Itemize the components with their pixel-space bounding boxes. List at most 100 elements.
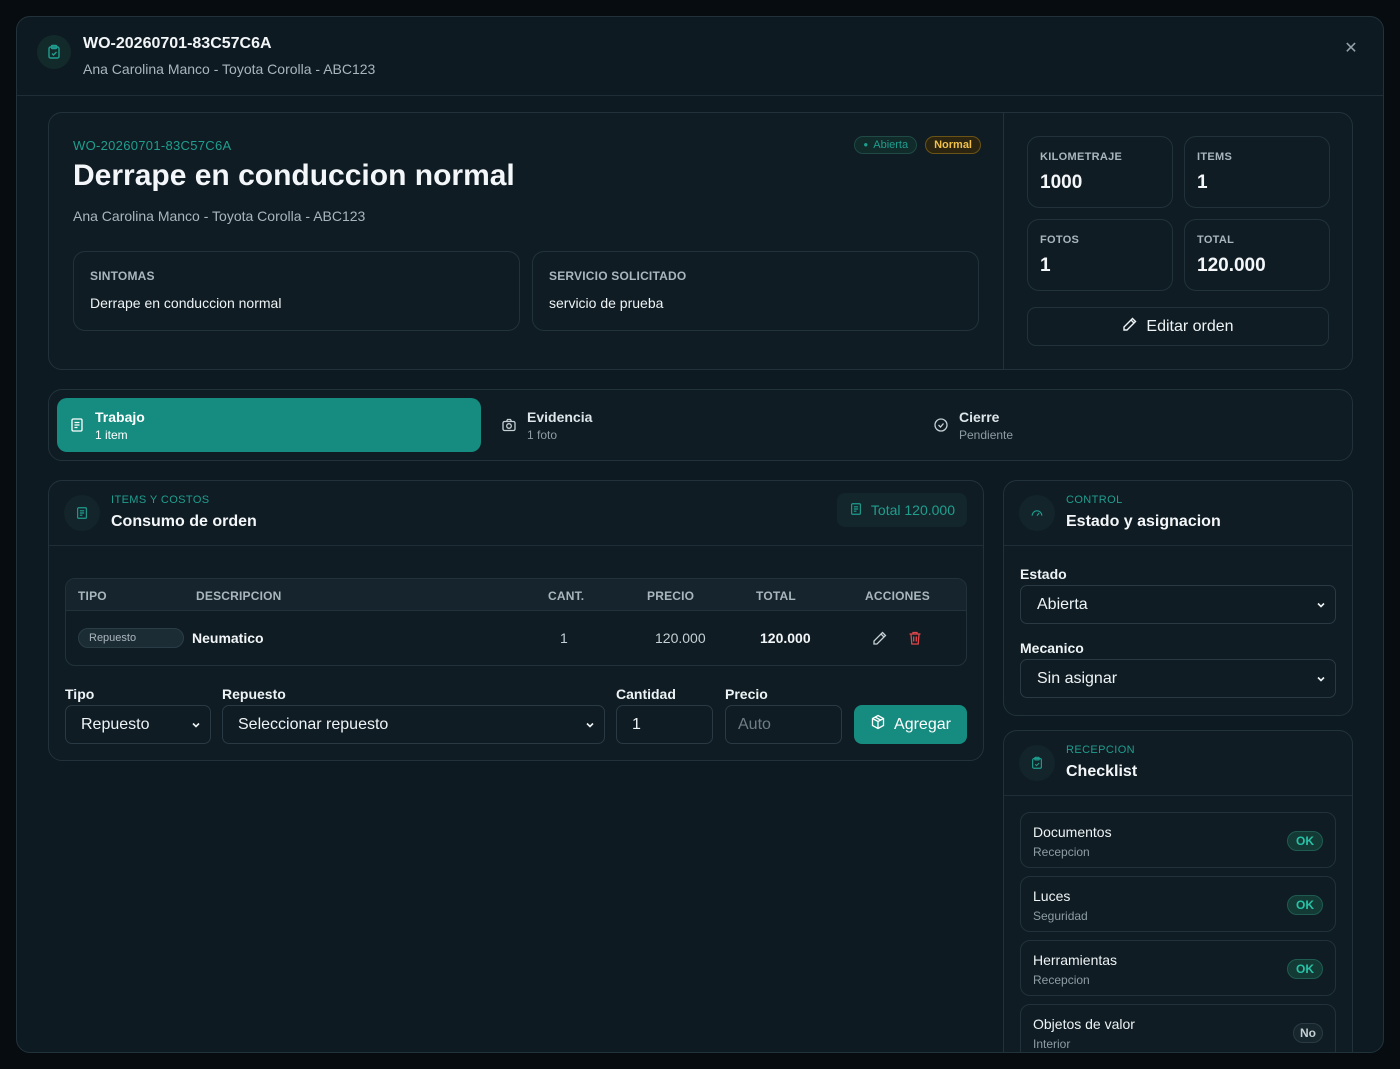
document-icon	[64, 495, 100, 531]
col-total: TOTAL	[756, 589, 796, 603]
mecanico-select-value: Sin asignar	[1037, 670, 1118, 687]
precio-label: Precio	[725, 686, 768, 702]
estado-select[interactable]: Abierta	[1020, 585, 1336, 624]
repuesto-select-value: Seleccionar repuesto	[238, 716, 389, 733]
camera-icon	[501, 417, 517, 433]
chevron-down-icon	[192, 722, 200, 728]
chevron-down-icon	[586, 722, 594, 728]
cantidad-input-value: 1	[632, 716, 641, 733]
row-total: 120.000	[760, 630, 811, 646]
checklist-item-section: Recepcion	[1033, 845, 1090, 859]
col-cant: CANT.	[548, 589, 585, 603]
close-icon[interactable]: ✕	[1341, 39, 1361, 59]
checklist-item-section: Interior	[1033, 1037, 1071, 1051]
stat-label: KILOMETRAJE	[1040, 151, 1123, 163]
ok-badge: OK	[1287, 959, 1323, 979]
order-code: WO-20260701-83C57C6A	[73, 138, 232, 153]
checklist-item-section: Recepcion	[1033, 973, 1090, 987]
edit-order-label: Editar orden	[1146, 317, 1234, 335]
symptoms-card: SINTOMAS Derrape en conduccion normal	[73, 251, 520, 331]
tipo-label: Tipo	[65, 686, 95, 702]
stat-fotos: FOTOS 1	[1027, 219, 1173, 291]
modal-header: WO-20260701-83C57C6A Ana Carolina Manco …	[17, 17, 1383, 96]
checklist-item[interactable]: Objetos de valor Interior No	[1020, 1004, 1336, 1052]
agregar-label: Agregar	[894, 715, 951, 733]
no-badge: No	[1293, 1023, 1323, 1043]
tipo-select-value: Repuesto	[81, 716, 150, 733]
trash-icon[interactable]	[907, 630, 925, 648]
checklist-item-name: Objetos de valor	[1033, 1016, 1135, 1032]
edit-icon[interactable]	[872, 630, 890, 648]
precio-placeholder: Auto	[738, 716, 771, 733]
order-summary: WO-20260701-83C57C6A Abierta Normal Derr…	[48, 112, 1353, 370]
repuesto-label: Repuesto	[222, 686, 286, 702]
edit-order-button[interactable]: Editar orden	[1027, 307, 1329, 346]
package-icon	[870, 714, 886, 735]
check-circle-icon	[933, 417, 949, 433]
pencil-icon	[1122, 316, 1138, 337]
checklist-item[interactable]: Luces Seguridad OK	[1020, 876, 1336, 932]
service-card: SERVICIO SOLICITADO servicio de prueba	[532, 251, 979, 331]
tab-subtitle: 1 foto	[527, 428, 558, 442]
agregar-button[interactable]: Agregar	[854, 705, 967, 744]
estado-select-value: Abierta	[1037, 596, 1088, 613]
order-subtitle: Ana Carolina Manco - Toyota Corolla - AB…	[73, 208, 366, 224]
total-pill-label: Total 120.000	[870, 502, 955, 518]
chevron-down-icon	[1317, 602, 1325, 608]
ok-badge: OK	[1287, 831, 1323, 851]
checklist-item[interactable]: Herramientas Recepcion OK	[1020, 940, 1336, 996]
stat-total: TOTAL 120.000	[1184, 219, 1330, 291]
checklist-item-section: Seguridad	[1033, 909, 1088, 923]
status-badge: Abierta	[854, 136, 918, 154]
tab-trabajo[interactable]: Trabajo 1 item	[57, 398, 481, 452]
tab-title: Cierre	[959, 409, 1000, 425]
type-chip: Repuesto	[78, 628, 184, 648]
checklist-item[interactable]: Documentos Recepcion OK	[1020, 812, 1336, 868]
checklist-kicker: RECEPCION	[1066, 744, 1135, 756]
tab-subtitle: Pendiente	[959, 428, 1014, 442]
order-badges: Abierta Normal	[854, 136, 981, 154]
gauge-icon	[1019, 495, 1055, 531]
cantidad-label: Cantidad	[616, 686, 676, 702]
items-panel-header: ITEMS Y COSTOS Consumo de orden Total 12…	[49, 481, 983, 546]
tab-cierre[interactable]: Cierre Pendiente	[921, 398, 1345, 452]
tab-evidencia[interactable]: Evidencia 1 foto	[489, 398, 913, 452]
stat-value: 1000	[1040, 172, 1083, 193]
stat-label: ITEMS	[1197, 151, 1233, 163]
checklist-item-name: Herramientas	[1033, 952, 1118, 968]
cantidad-input[interactable]: 1	[616, 705, 713, 744]
tab-subtitle: 1 item	[95, 428, 128, 442]
control-panel-header: CONTROL Estado y asignacion	[1004, 481, 1352, 546]
items-table: TIPO DESCRIPCION CANT. PRECIO TOTAL ACCI…	[65, 578, 967, 666]
order-title: Derrape en conduccion normal	[73, 159, 515, 192]
col-descripcion: DESCRIPCION	[196, 589, 282, 603]
stat-value: 1	[1197, 172, 1208, 193]
modal-title: WO-20260701-83C57C6A	[83, 35, 272, 52]
mecanico-select[interactable]: Sin asignar	[1020, 659, 1336, 698]
modal-subtitle: Ana Carolina Manco - Toyota Corolla - AB…	[83, 61, 376, 77]
service-value: servicio de prueba	[549, 295, 664, 311]
row-precio: 120.000	[655, 630, 706, 646]
control-title: Estado y asignacion	[1066, 513, 1221, 530]
items-kicker: ITEMS Y COSTOS	[111, 494, 210, 506]
service-label: SERVICIO SOLICITADO	[549, 269, 687, 283]
priority-badge: Normal	[925, 136, 981, 154]
col-precio: PRECIO	[647, 589, 695, 603]
precio-input[interactable]: Auto	[725, 705, 842, 744]
col-tipo: TIPO	[78, 589, 107, 603]
checklist-panel: RECEPCION Checklist Documentos Recepcion…	[1003, 730, 1353, 1052]
col-acciones: ACCIONES	[865, 589, 930, 603]
stat-value: 120.000	[1197, 255, 1266, 276]
total-pill: Total 120.000	[836, 493, 967, 527]
stat-kilometraje: KILOMETRAJE 1000	[1027, 136, 1173, 208]
table-row: Repuesto Neumatico 1 120.000 120.000	[66, 611, 966, 665]
summary-main: WO-20260701-83C57C6A Abierta Normal Derr…	[49, 113, 1003, 369]
stat-label: FOTOS	[1040, 234, 1080, 246]
table-header: TIPO DESCRIPCION CANT. PRECIO TOTAL ACCI…	[66, 579, 966, 611]
row-cant: 1	[560, 630, 568, 646]
items-panel: ITEMS Y COSTOS Consumo de orden Total 12…	[48, 480, 984, 761]
repuesto-select[interactable]: Seleccionar repuesto	[222, 705, 605, 744]
tab-title: Evidencia	[527, 409, 593, 425]
symptoms-value: Derrape en conduccion normal	[90, 295, 282, 311]
tipo-select[interactable]: Repuesto	[65, 705, 211, 744]
